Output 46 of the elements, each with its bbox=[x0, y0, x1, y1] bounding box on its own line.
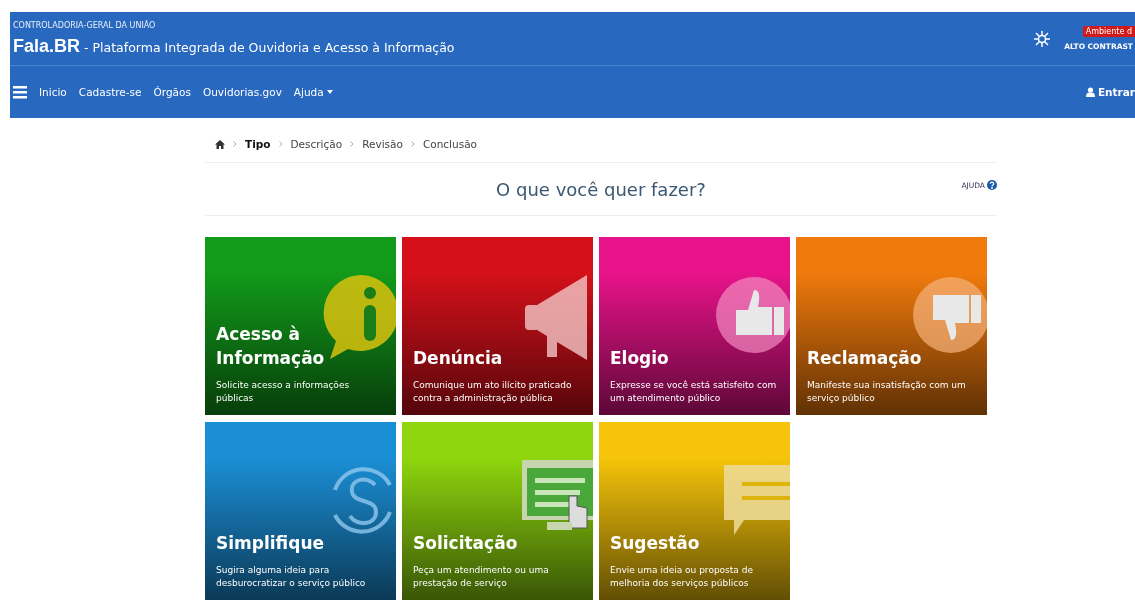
environment-badge: Ambiente d bbox=[1082, 26, 1135, 37]
chevron-icon bbox=[278, 141, 283, 147]
service-tile[interactable]: Elogio Expresse se você está satisfeito com um atendimento público bbox=[599, 237, 790, 415]
tile-title: Acesso à Informação bbox=[216, 322, 326, 371]
site-subtitle: - Plataforma Integrada de Ouvidoria e Acesso à Informação bbox=[84, 39, 455, 55]
tile-title: Elogio bbox=[610, 347, 670, 371]
breadcrumb-step: Conclusão bbox=[422, 138, 477, 150]
tile-title: Simplifique bbox=[216, 532, 325, 556]
breadcrumb-step: Descrição bbox=[290, 138, 343, 150]
caret-icon bbox=[326, 90, 333, 94]
page-heading: O que você quer fazer? bbox=[496, 178, 706, 200]
tile-description: Comunique um ato ilícito praticado contra a administração pública bbox=[413, 378, 573, 405]
help-dropdown[interactable]: Ajuda bbox=[293, 86, 333, 98]
help-icon bbox=[987, 180, 997, 190]
tile-description: Peça um atendimento ou uma prestação de serviço bbox=[413, 563, 550, 590]
service-tile[interactable]: Simplifique Sugira alguma ideia para desburocratizar o serviço público bbox=[205, 422, 396, 600]
tile-title: Solicitação bbox=[413, 532, 519, 556]
nav-link[interactable]: Ouvidorias.gov bbox=[202, 86, 282, 98]
agency-label: CONTROLADORIA-GERAL DA UNIÃO bbox=[13, 20, 157, 30]
nav-link[interactable]: Inicio bbox=[39, 86, 67, 98]
home-icon[interactable] bbox=[215, 139, 225, 149]
service-tile[interactable]: Acesso à Informação Solicite acesso a informações públicas bbox=[205, 237, 396, 415]
tile-description: Sugira alguma ideia para desburocratizar o serviço público bbox=[216, 563, 367, 590]
login-link[interactable]: Entrar bbox=[1085, 86, 1135, 98]
chevron-icon bbox=[410, 141, 415, 147]
service-tile[interactable]: Solicitação Peça um atendimento ou uma prestação de serviço bbox=[402, 422, 593, 600]
tile-description: Expresse se você está satisfeito com um atendimento público bbox=[610, 378, 778, 405]
chevron-icon bbox=[233, 141, 237, 147]
nav-link[interactable]: Cadastre-se bbox=[78, 86, 142, 98]
service-tile[interactable]: Reclamação Manifeste sua insatisfação com um serviço público bbox=[796, 237, 987, 415]
user-icon bbox=[1085, 87, 1095, 97]
tile-description: Manifeste sua insatisfação com um serviço público bbox=[807, 378, 967, 405]
brand-link[interactable]: Fala.BR bbox=[13, 35, 81, 57]
breadcrumb-step: Tipo bbox=[245, 138, 271, 150]
chevron-icon bbox=[350, 141, 355, 147]
tile-description: Envie uma ideia ou proposta de melhoria dos serviços públicos bbox=[610, 563, 754, 590]
tile-title: Reclamação bbox=[807, 347, 923, 371]
tile-description: Solicite acesso a informações públicas bbox=[216, 378, 351, 405]
nav-link[interactable]: Órgãos bbox=[153, 86, 191, 98]
tile-title: Sugestão bbox=[610, 532, 701, 556]
menu-icon[interactable] bbox=[13, 85, 27, 99]
tile-title: Denúncia bbox=[413, 347, 504, 371]
service-tile[interactable]: Sugestão Envie uma ideia ou proposta de melhoria dos serviços públicos bbox=[599, 422, 790, 600]
service-tile[interactable]: Denúncia Comunique um ato ilícito praticado contra a administração pública bbox=[402, 237, 593, 415]
breadcrumb-step: Revisão bbox=[362, 138, 403, 150]
sun-icon[interactable] bbox=[1034, 30, 1051, 47]
